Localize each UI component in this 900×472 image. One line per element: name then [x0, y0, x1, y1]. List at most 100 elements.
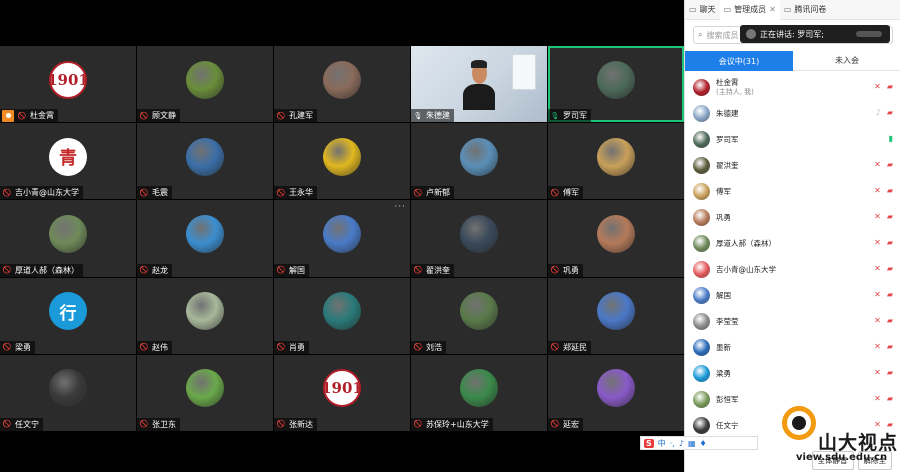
tab-in-meeting[interactable]: 会议中(31)	[685, 51, 793, 71]
member-row[interactable]: 厚道人郝（森林） ✕ ▰	[685, 230, 900, 256]
member-row[interactable]: 吉小青@山东大学 ✕ ▰	[685, 256, 900, 282]
participant-tile[interactable]: 🚫 刘浩	[411, 277, 547, 354]
participant-avatar	[460, 214, 498, 253]
ime-punct-icon[interactable]: ·,	[670, 439, 675, 448]
member-avatar	[693, 78, 710, 96]
member-row[interactable]: 翟洪奎 ✕ ▰	[685, 152, 900, 178]
participant-tile[interactable]: 🚫 毛震	[137, 123, 273, 200]
participant-tile[interactable]: 🚫 赵伟	[137, 277, 273, 354]
participant-tile[interactable]: 🎙 朱德建	[411, 46, 547, 123]
tab-label: 聊天	[699, 5, 716, 14]
mic-muted-icon[interactable]: ✕	[874, 161, 881, 169]
participant-nameplate: 🚫 张新达	[274, 417, 317, 431]
participant-tile[interactable]: 🚫 肖勇	[274, 277, 410, 354]
tab-members[interactable]: ▭ 管理成员 ✕	[719, 0, 780, 20]
member-row[interactable]: 朱德建 ♪ ▰	[685, 100, 900, 126]
participant-tile[interactable]: 🚫 顾文静	[137, 46, 273, 123]
member-row[interactable]: 李莹莹 ✕ ▰	[685, 308, 900, 334]
tab-survey[interactable]: ▭ 腾讯问卷	[780, 0, 831, 20]
member-name: 厚道人郝（森林）	[716, 238, 776, 248]
participant-tile[interactable]: 🚫 延宏	[548, 354, 684, 431]
member-avatar	[693, 182, 710, 200]
participant-tile[interactable]: 🚫 卢新郁	[411, 123, 547, 200]
participant-avatar: 1901	[49, 60, 87, 99]
member-status-icons: ✕ ▰	[874, 83, 893, 91]
participant-tile[interactable]: 1901 🚫 张新达	[274, 354, 410, 431]
participant-tile[interactable]: 🚫 苏保玲+山东大学	[411, 354, 547, 431]
survey-icon: ▭	[783, 5, 792, 14]
camera-off-icon[interactable]: ▰	[887, 291, 893, 299]
watermark-url: view.sdu.edu.cn	[796, 452, 888, 463]
member-row[interactable]: 杜金霄 (主持人, 我) ✕ ▰	[685, 74, 900, 100]
camera-off-icon[interactable]: ▰	[887, 213, 893, 221]
camera-off-icon[interactable]: ▰	[887, 343, 893, 351]
participant-avatar	[460, 369, 498, 408]
mic-muted-icon[interactable]: ✕	[874, 291, 881, 299]
mic-muted-icon[interactable]: ✕	[874, 213, 881, 221]
member-row[interactable]: 墨新 ✕ ▰	[685, 334, 900, 360]
camera-off-icon[interactable]: ▰	[887, 369, 893, 377]
participant-tile[interactable]: 🚫 傅军	[548, 123, 684, 200]
mic-icon[interactable]: ♪	[876, 109, 881, 117]
participant-tile[interactable]: 🚫 郑延民	[548, 277, 684, 354]
camera-off-icon[interactable]: ▰	[887, 187, 893, 195]
member-name: 李莹莹	[716, 316, 739, 326]
participant-tile[interactable]: 🚫 孔建军	[274, 46, 410, 123]
camera-off-icon[interactable]: ▰	[887, 395, 893, 403]
mic-muted-icon[interactable]: ✕	[874, 369, 881, 377]
camera-off-icon[interactable]: ▰	[887, 109, 893, 117]
member-row[interactable]: 巩勇 ✕ ▰	[685, 204, 900, 230]
member-row[interactable]: 梁勇 ✕ ▰	[685, 360, 900, 386]
member-status-icons: ✕ ▰	[874, 187, 893, 195]
participant-tile[interactable]: 🚫 厚道人郝（森林）	[0, 200, 136, 277]
participant-avatar	[186, 137, 224, 176]
mic-active-icon[interactable]: ▮	[889, 135, 893, 143]
mic-muted-icon[interactable]: ✕	[874, 187, 881, 195]
participant-tile[interactable]: 🚫 王永华	[274, 123, 410, 200]
member-row[interactable]: 傅军 ✕ ▰	[685, 178, 900, 204]
ime-mic-icon[interactable]: ♪	[679, 439, 684, 448]
ime-lang-toggle[interactable]: 中	[658, 438, 666, 449]
participant-tile[interactable]: 青 🚫 吉小青@山东大学	[0, 123, 136, 200]
participant-tile[interactable]: 🎙 罗司军	[548, 46, 684, 123]
mic-muted-icon: 🚫	[2, 343, 12, 352]
mic-muted-icon: 🚫	[2, 188, 12, 197]
camera-off-icon[interactable]: ▰	[887, 239, 893, 247]
close-icon[interactable]: ✕	[769, 5, 776, 14]
participant-tile[interactable]: ··· 🚫 解国	[274, 200, 410, 277]
tab-not-joined[interactable]: 未入会	[793, 51, 900, 71]
camera-off-icon[interactable]: ▰	[887, 161, 893, 169]
participant-tile[interactable]: 1901 🚫 杜金霄	[0, 46, 136, 123]
ime-keyboard-icon[interactable]: ▦	[688, 439, 696, 448]
participant-tile[interactable]: 行 🚫 梁勇	[0, 277, 136, 354]
more-options-icon[interactable]: ···	[394, 202, 406, 212]
camera-off-icon[interactable]: ▰	[887, 83, 893, 91]
sogou-ime-icon[interactable]: S	[644, 438, 654, 448]
participant-nameplate: 🚫 吉小青@山东大学	[0, 186, 83, 200]
mic-muted-icon[interactable]: ✕	[874, 265, 881, 273]
member-name: 吉小青@山东大学	[716, 264, 776, 274]
participant-name: 傅军	[563, 188, 579, 198]
members-icon: ▭	[723, 5, 732, 14]
participant-nameplate: 🚫 毛震	[137, 186, 172, 200]
participant-tile[interactable]: 🚫 张卫东	[137, 354, 273, 431]
member-row[interactable]: 解国 ✕ ▰	[685, 282, 900, 308]
participant-tile[interactable]: 🚫 巩勇	[548, 200, 684, 277]
participant-tile[interactable]: 🚫 翟洪奎	[411, 200, 547, 277]
tab-chat[interactable]: ▭ 聊天	[685, 0, 720, 20]
mic-muted-icon[interactable]: ✕	[874, 343, 881, 351]
participant-avatar	[460, 292, 498, 331]
participant-tile[interactable]: 🚫 任文宁	[0, 354, 136, 431]
mic-muted-icon[interactable]: ✕	[874, 239, 881, 247]
speaker-avatar-icon	[746, 29, 756, 39]
member-name: 傅军	[716, 186, 731, 196]
mic-muted-icon[interactable]: ✕	[874, 395, 881, 403]
camera-off-icon[interactable]: ▰	[887, 265, 893, 273]
participant-tile[interactable]: 🚫 赵龙	[137, 200, 273, 277]
camera-off-icon[interactable]: ▰	[887, 317, 893, 325]
member-row[interactable]: 罗司军 ▮	[685, 126, 900, 152]
mic-muted-icon[interactable]: ✕	[874, 83, 881, 91]
mic-muted-icon[interactable]: ✕	[874, 317, 881, 325]
ime-skin-icon[interactable]: ♦	[700, 439, 707, 448]
member-avatar	[693, 312, 710, 330]
